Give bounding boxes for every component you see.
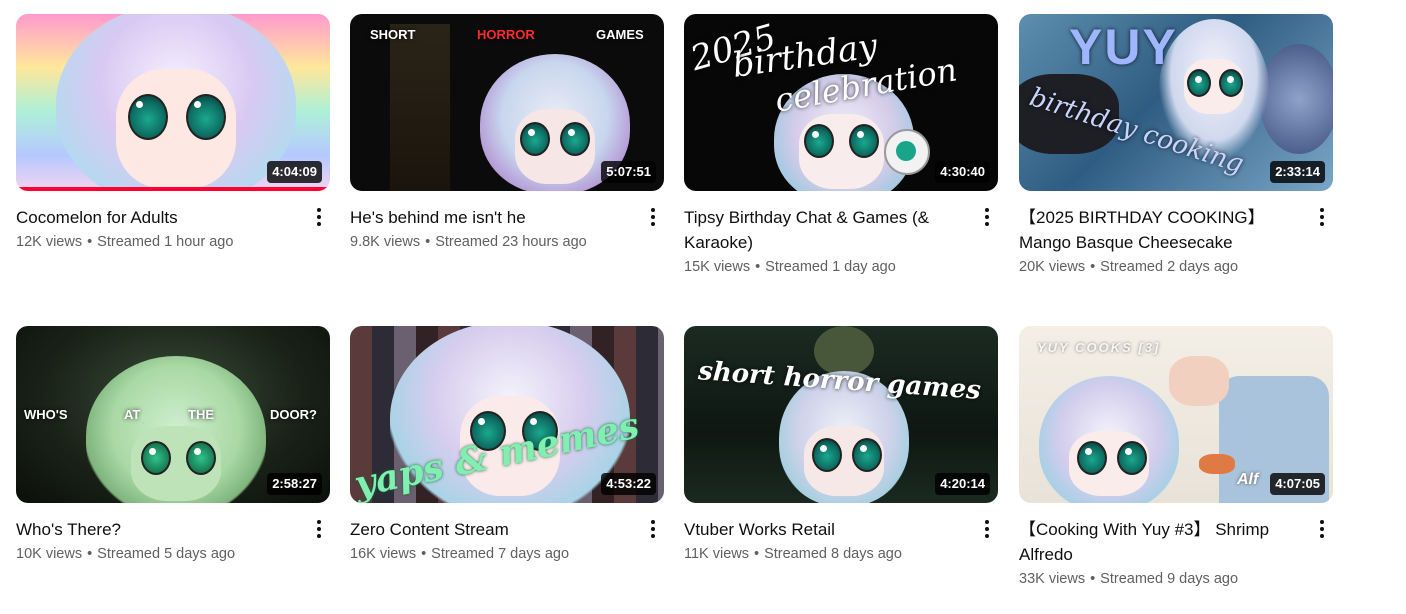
video-duration: 4:04:09 xyxy=(267,161,322,183)
more-actions-button[interactable] xyxy=(307,517,331,541)
more-actions-button[interactable] xyxy=(975,517,999,541)
separator-dot: • xyxy=(425,234,431,250)
upload-age: Streamed 1 hour ago xyxy=(97,234,234,250)
video-duration: 2:58:27 xyxy=(267,473,322,495)
video-thumbnail[interactable]: yaps & memes 4:53:22 xyxy=(350,326,664,503)
more-actions-button[interactable] xyxy=(1310,205,1334,229)
more-actions-button[interactable] xyxy=(307,205,331,229)
thumbnail-text: DOOR? xyxy=(270,407,317,422)
video-details: Vtuber Works Retail 11K views • Streamed 8… xyxy=(684,517,999,567)
video-title[interactable]: 【Cooking With Yuy #3】 Shrimp Alfredo xyxy=(1019,517,1300,567)
upload-age: Streamed 5 days ago xyxy=(97,546,236,562)
video-card[interactable]: YUY birthday cooking 2:33:14 【2025 BIRTH… xyxy=(1019,14,1334,280)
separator-dot: • xyxy=(754,546,760,562)
video-details: Tipsy Birthday Chat & Games (& Karaoke) … xyxy=(684,205,999,280)
video-title[interactable]: Cocomelon for Adults xyxy=(16,205,297,230)
video-thumbnail[interactable]: YUY COOKS [3] Alf 4:07:05 xyxy=(1019,326,1333,503)
thumbnail-text: GAMES xyxy=(596,27,644,42)
view-count: 12K views xyxy=(16,234,83,250)
video-duration: 4:20:14 xyxy=(935,473,990,495)
video-thumbnail[interactable]: short horror games 4:20:14 xyxy=(684,326,998,503)
video-stats: 10K views • Streamed 5 days ago xyxy=(16,542,297,567)
separator-dot: • xyxy=(755,259,761,275)
video-card[interactable]: short horror games 4:20:14 Vtuber Works … xyxy=(684,326,999,567)
view-count: 9.8K views xyxy=(350,234,421,250)
view-count: 16K views xyxy=(350,546,417,562)
separator-dot: • xyxy=(87,546,93,562)
video-duration: 4:53:22 xyxy=(601,473,656,495)
video-card[interactable]: YUY COOKS [3] Alf 4:07:05 【Cooking With … xyxy=(1019,326,1334,592)
upload-age: Streamed 7 days ago xyxy=(431,546,570,562)
view-count: 20K views xyxy=(1019,259,1086,275)
upload-age: Streamed 2 days ago xyxy=(1100,259,1239,275)
video-card[interactable]: yaps & memes 4:53:22 Zero Content Stream… xyxy=(350,326,665,567)
video-title[interactable]: Who's There? xyxy=(16,517,297,542)
video-stats: 11K views • Streamed 8 days ago xyxy=(684,542,965,567)
separator-dot: • xyxy=(1090,571,1096,587)
video-title[interactable]: Tipsy Birthday Chat & Games (& Karaoke) xyxy=(684,205,965,255)
video-duration: 5:07:51 xyxy=(601,161,656,183)
video-title[interactable]: 【2025 BIRTHDAY COOKING】 Mango Basque Che… xyxy=(1019,205,1300,255)
video-details: Zero Content Stream 16K views • Streamed 7… xyxy=(350,517,665,567)
more-actions-button[interactable] xyxy=(641,517,665,541)
video-stats: 15K views • Streamed 1 day ago xyxy=(684,255,965,280)
video-title[interactable]: He's behind me isn't he xyxy=(350,205,631,230)
view-count: 11K views xyxy=(684,546,750,562)
video-details: Cocomelon for Adults 12K views • Streamed … xyxy=(16,205,331,255)
video-title[interactable]: Vtuber Works Retail xyxy=(684,517,965,542)
thumbnail-text: YUY xyxy=(1069,19,1178,75)
video-thumbnail[interactable]: 4:04:09 xyxy=(16,14,330,191)
video-details: 【Cooking With Yuy #3】 Shrimp Alfredo 33K… xyxy=(1019,517,1334,592)
video-stats: 12K views • Streamed 1 hour ago xyxy=(16,230,297,255)
thumbnail-text: THE xyxy=(188,407,214,422)
view-count: 33K views xyxy=(1019,571,1086,587)
video-stats: 20K views • Streamed 2 days ago xyxy=(1019,255,1300,280)
watch-progress-bar xyxy=(16,187,330,191)
video-duration: 4:07:05 xyxy=(1270,473,1325,495)
video-thumbnail[interactable]: YUY birthday cooking 2:33:14 xyxy=(1019,14,1333,191)
video-stats: 16K views • Streamed 7 days ago xyxy=(350,542,631,567)
video-card[interactable]: 2025 birthday celebration 4:30:40 Tipsy … xyxy=(684,14,999,280)
video-stats: 9.8K views • Streamed 23 hours ago xyxy=(350,230,631,255)
video-thumbnail[interactable]: WHO'S AT THE DOOR? 2:58:27 xyxy=(16,326,330,503)
video-thumbnail[interactable]: SHORT HORROR GAMES 5:07:51 xyxy=(350,14,664,191)
separator-dot: • xyxy=(87,234,93,250)
view-count: 15K views xyxy=(684,259,751,275)
video-title[interactable]: Zero Content Stream xyxy=(350,517,631,542)
video-card[interactable]: WHO'S AT THE DOOR? 2:58:27 Who's There? … xyxy=(16,326,331,567)
more-actions-button[interactable] xyxy=(641,205,665,229)
thumbnail-text: SHORT xyxy=(370,27,416,42)
separator-dot: • xyxy=(1090,259,1096,275)
separator-dot: • xyxy=(421,546,427,562)
video-details: Who's There? 10K views • Streamed 5 days a… xyxy=(16,517,331,567)
video-card[interactable]: 4:04:09 Cocomelon for Adults 12K views • S… xyxy=(16,14,331,255)
upload-age: Streamed 8 days ago xyxy=(764,546,902,562)
thumbnail-text: WHO'S xyxy=(24,407,68,422)
video-thumbnail[interactable]: 2025 birthday celebration 4:30:40 xyxy=(684,14,998,191)
thumbnail-text: Alf xyxy=(1237,471,1259,488)
upload-age: Streamed 1 day ago xyxy=(765,259,896,275)
more-actions-button[interactable] xyxy=(1310,517,1334,541)
view-count: 10K views xyxy=(16,546,83,562)
upload-age: Streamed 23 hours ago xyxy=(435,234,587,250)
upload-age: Streamed 9 days ago xyxy=(1100,571,1239,587)
video-details: He's behind me isn't he 9.8K views • Strea… xyxy=(350,205,665,255)
thumbnail-text: YUY COOKS [3] xyxy=(1037,340,1161,355)
video-details: 【2025 BIRTHDAY COOKING】 Mango Basque Che… xyxy=(1019,205,1334,280)
thumbnail-text: AT xyxy=(124,407,141,422)
more-actions-button[interactable] xyxy=(975,205,999,229)
thumbnail-text: HORROR xyxy=(477,27,535,42)
video-stats: 33K views • Streamed 9 days ago xyxy=(1019,567,1300,592)
video-card[interactable]: SHORT HORROR GAMES 5:07:51 He's behind m… xyxy=(350,14,665,255)
video-duration: 4:30:40 xyxy=(935,161,990,183)
video-duration: 2:33:14 xyxy=(1270,161,1325,183)
